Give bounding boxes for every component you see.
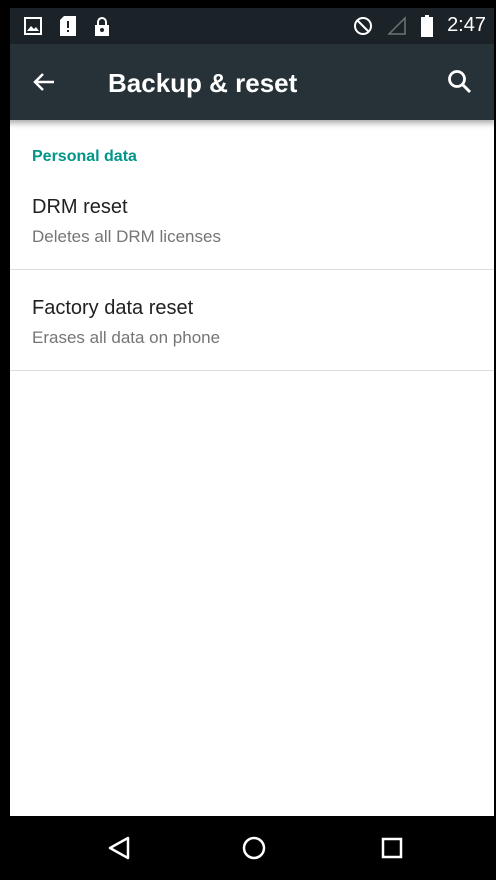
factory-data-reset-summary: Erases all data on phone xyxy=(32,328,221,347)
signal-icon xyxy=(387,15,407,36)
recents-square-icon xyxy=(381,837,403,859)
drm-reset-summary: Deletes all DRM licenses xyxy=(32,227,221,246)
back-button[interactable] xyxy=(26,64,62,100)
back-triangle-icon xyxy=(108,836,130,860)
nav-recents-button[interactable] xyxy=(374,830,410,866)
arrow-back-icon xyxy=(33,73,54,91)
section-header-personal-data: Personal data xyxy=(32,148,137,165)
nav-back-button[interactable] xyxy=(102,830,138,866)
app-bar: Backup & reset xyxy=(0,44,496,120)
factory-data-reset-title: Factory data reset xyxy=(32,297,194,319)
lock-icon xyxy=(94,16,110,36)
factory-data-reset-item[interactable]: Factory data reset Erases all data on ph… xyxy=(0,270,496,371)
drm-reset-title: DRM reset xyxy=(32,196,128,218)
sd-card-icon xyxy=(60,16,76,36)
search-icon xyxy=(448,70,472,94)
navigation-bar xyxy=(0,816,496,880)
search-button[interactable] xyxy=(442,64,478,100)
nav-home-button[interactable] xyxy=(236,830,272,866)
status-bar: 2:47 xyxy=(0,0,496,44)
battery-icon xyxy=(421,14,434,37)
home-circle-icon xyxy=(242,836,266,860)
drm-reset-item[interactable]: DRM reset Deletes all DRM licenses xyxy=(0,180,496,270)
do-not-disturb-icon xyxy=(353,16,373,36)
status-clock: 2:47 xyxy=(447,14,486,36)
image-icon xyxy=(24,17,42,35)
page-title: Backup & reset xyxy=(108,68,298,98)
device-frame xyxy=(0,0,496,880)
